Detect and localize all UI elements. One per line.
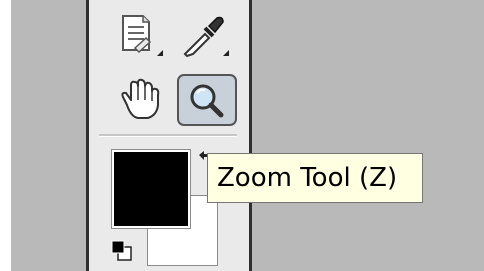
zoom-tool-button[interactable] bbox=[177, 74, 237, 126]
hand-icon bbox=[121, 78, 160, 119]
toolbox-panel bbox=[86, 0, 252, 271]
eyedropper-icon bbox=[183, 16, 229, 58]
notes-tool-button[interactable] bbox=[113, 12, 169, 62]
canvas-area-left bbox=[11, 0, 86, 271]
tooltip-text: Zoom Tool (Z) bbox=[217, 163, 398, 193]
toolbox-divider bbox=[99, 134, 237, 137]
tooltip: Zoom Tool (Z) bbox=[207, 153, 423, 203]
hand-tool-button[interactable] bbox=[113, 75, 169, 125]
eyedropper-tool-button[interactable] bbox=[179, 12, 235, 62]
default-colors-icon[interactable] bbox=[111, 240, 133, 262]
notes-icon bbox=[122, 15, 163, 56]
zoom-icon bbox=[190, 84, 224, 118]
foreground-color-swatch[interactable] bbox=[112, 150, 190, 228]
canvas-area-right bbox=[252, 0, 484, 271]
